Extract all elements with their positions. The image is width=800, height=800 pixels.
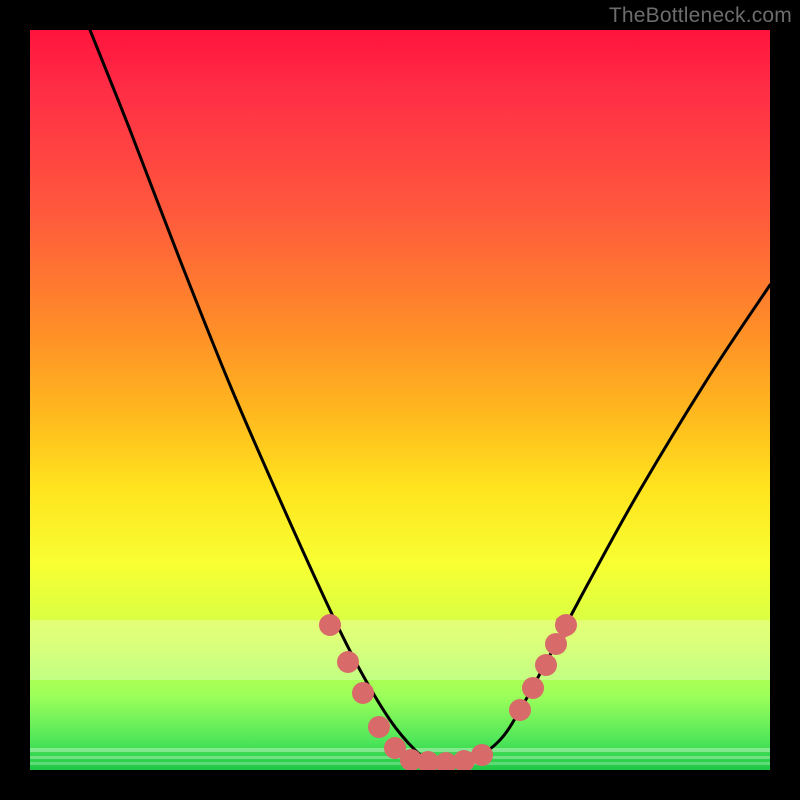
attribution-text: TheBottleneck.com	[609, 4, 792, 28]
gradient-background	[30, 30, 770, 770]
chart-frame	[30, 30, 770, 770]
